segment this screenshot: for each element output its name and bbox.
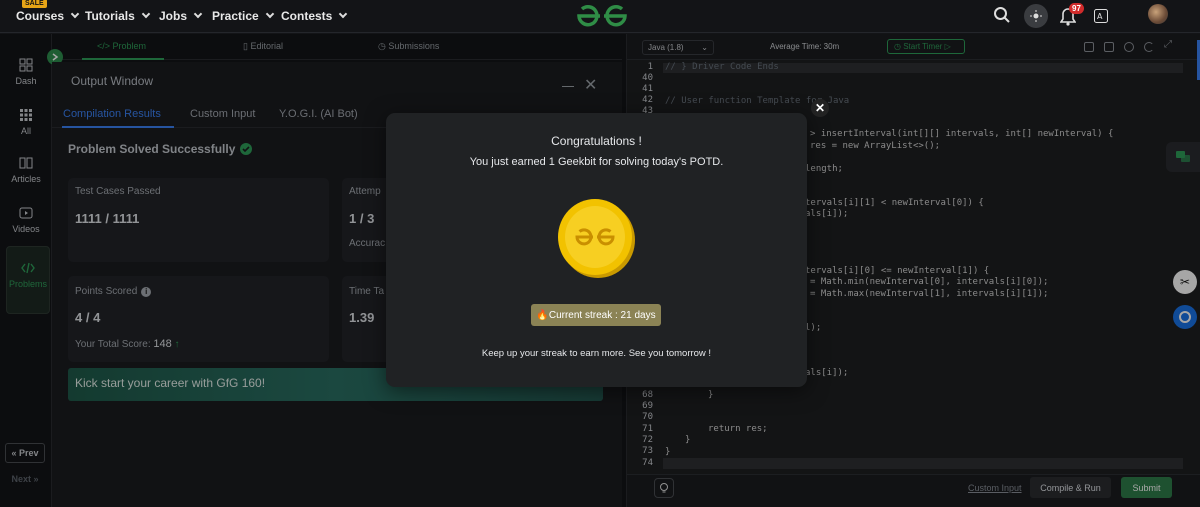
- gfg-logo-icon[interactable]: [573, 2, 631, 30]
- translate-icon[interactable]: A: [1094, 9, 1108, 23]
- modal-close-icon[interactable]: ✕: [811, 99, 829, 117]
- modal-subtitle: You just earned 1 Geekbit for solving to…: [469, 156, 724, 168]
- search-icon[interactable]: [993, 6, 1011, 24]
- chevron-down-icon: [339, 9, 348, 19]
- chevron-down-icon: [70, 9, 80, 19]
- sale-badge: SALE: [22, 0, 47, 8]
- streak-badge: 🔥 Current streak : 21 days: [531, 304, 661, 326]
- chevron-down-icon: [141, 9, 151, 19]
- nav-practice-label: Practice: [212, 9, 259, 23]
- modal-footer-text: Keep up your streak to earn more. See yo…: [481, 348, 712, 359]
- nav-jobs-label: Jobs: [159, 9, 188, 23]
- nav-jobs[interactable]: Jobs: [159, 9, 203, 23]
- fire-icon: 🔥: [536, 309, 549, 321]
- modal-title: Congratulations !: [551, 134, 642, 148]
- chevron-down-icon: [193, 9, 203, 19]
- sun-icon: [1030, 10, 1042, 22]
- streak-label: Current streak : 21 days: [548, 309, 656, 321]
- theme-toggle-button[interactable]: [1024, 4, 1048, 28]
- nav-courses-label: Courses: [16, 9, 65, 23]
- nav-contests[interactable]: Contests: [281, 9, 348, 23]
- nav-tutorials-label: Tutorials: [85, 9, 135, 23]
- avatar[interactable]: [1148, 4, 1168, 24]
- notification-count-badge: 97: [1069, 3, 1084, 14]
- nav-tutorials[interactable]: Tutorials: [85, 9, 151, 23]
- top-navbar: SALE Courses Tutorials Jobs Practice Con…: [0, 0, 1200, 33]
- nav-courses[interactable]: Courses: [16, 9, 80, 23]
- svg-text:A: A: [1097, 12, 1103, 21]
- chevron-down-icon: [265, 9, 274, 19]
- nav-practice[interactable]: Practice: [212, 9, 274, 23]
- geekbit-coin-icon: [558, 199, 635, 278]
- congratulations-modal: Congratulations ! You just earned 1 Geek…: [386, 113, 807, 387]
- nav-contests-label: Contests: [281, 9, 333, 23]
